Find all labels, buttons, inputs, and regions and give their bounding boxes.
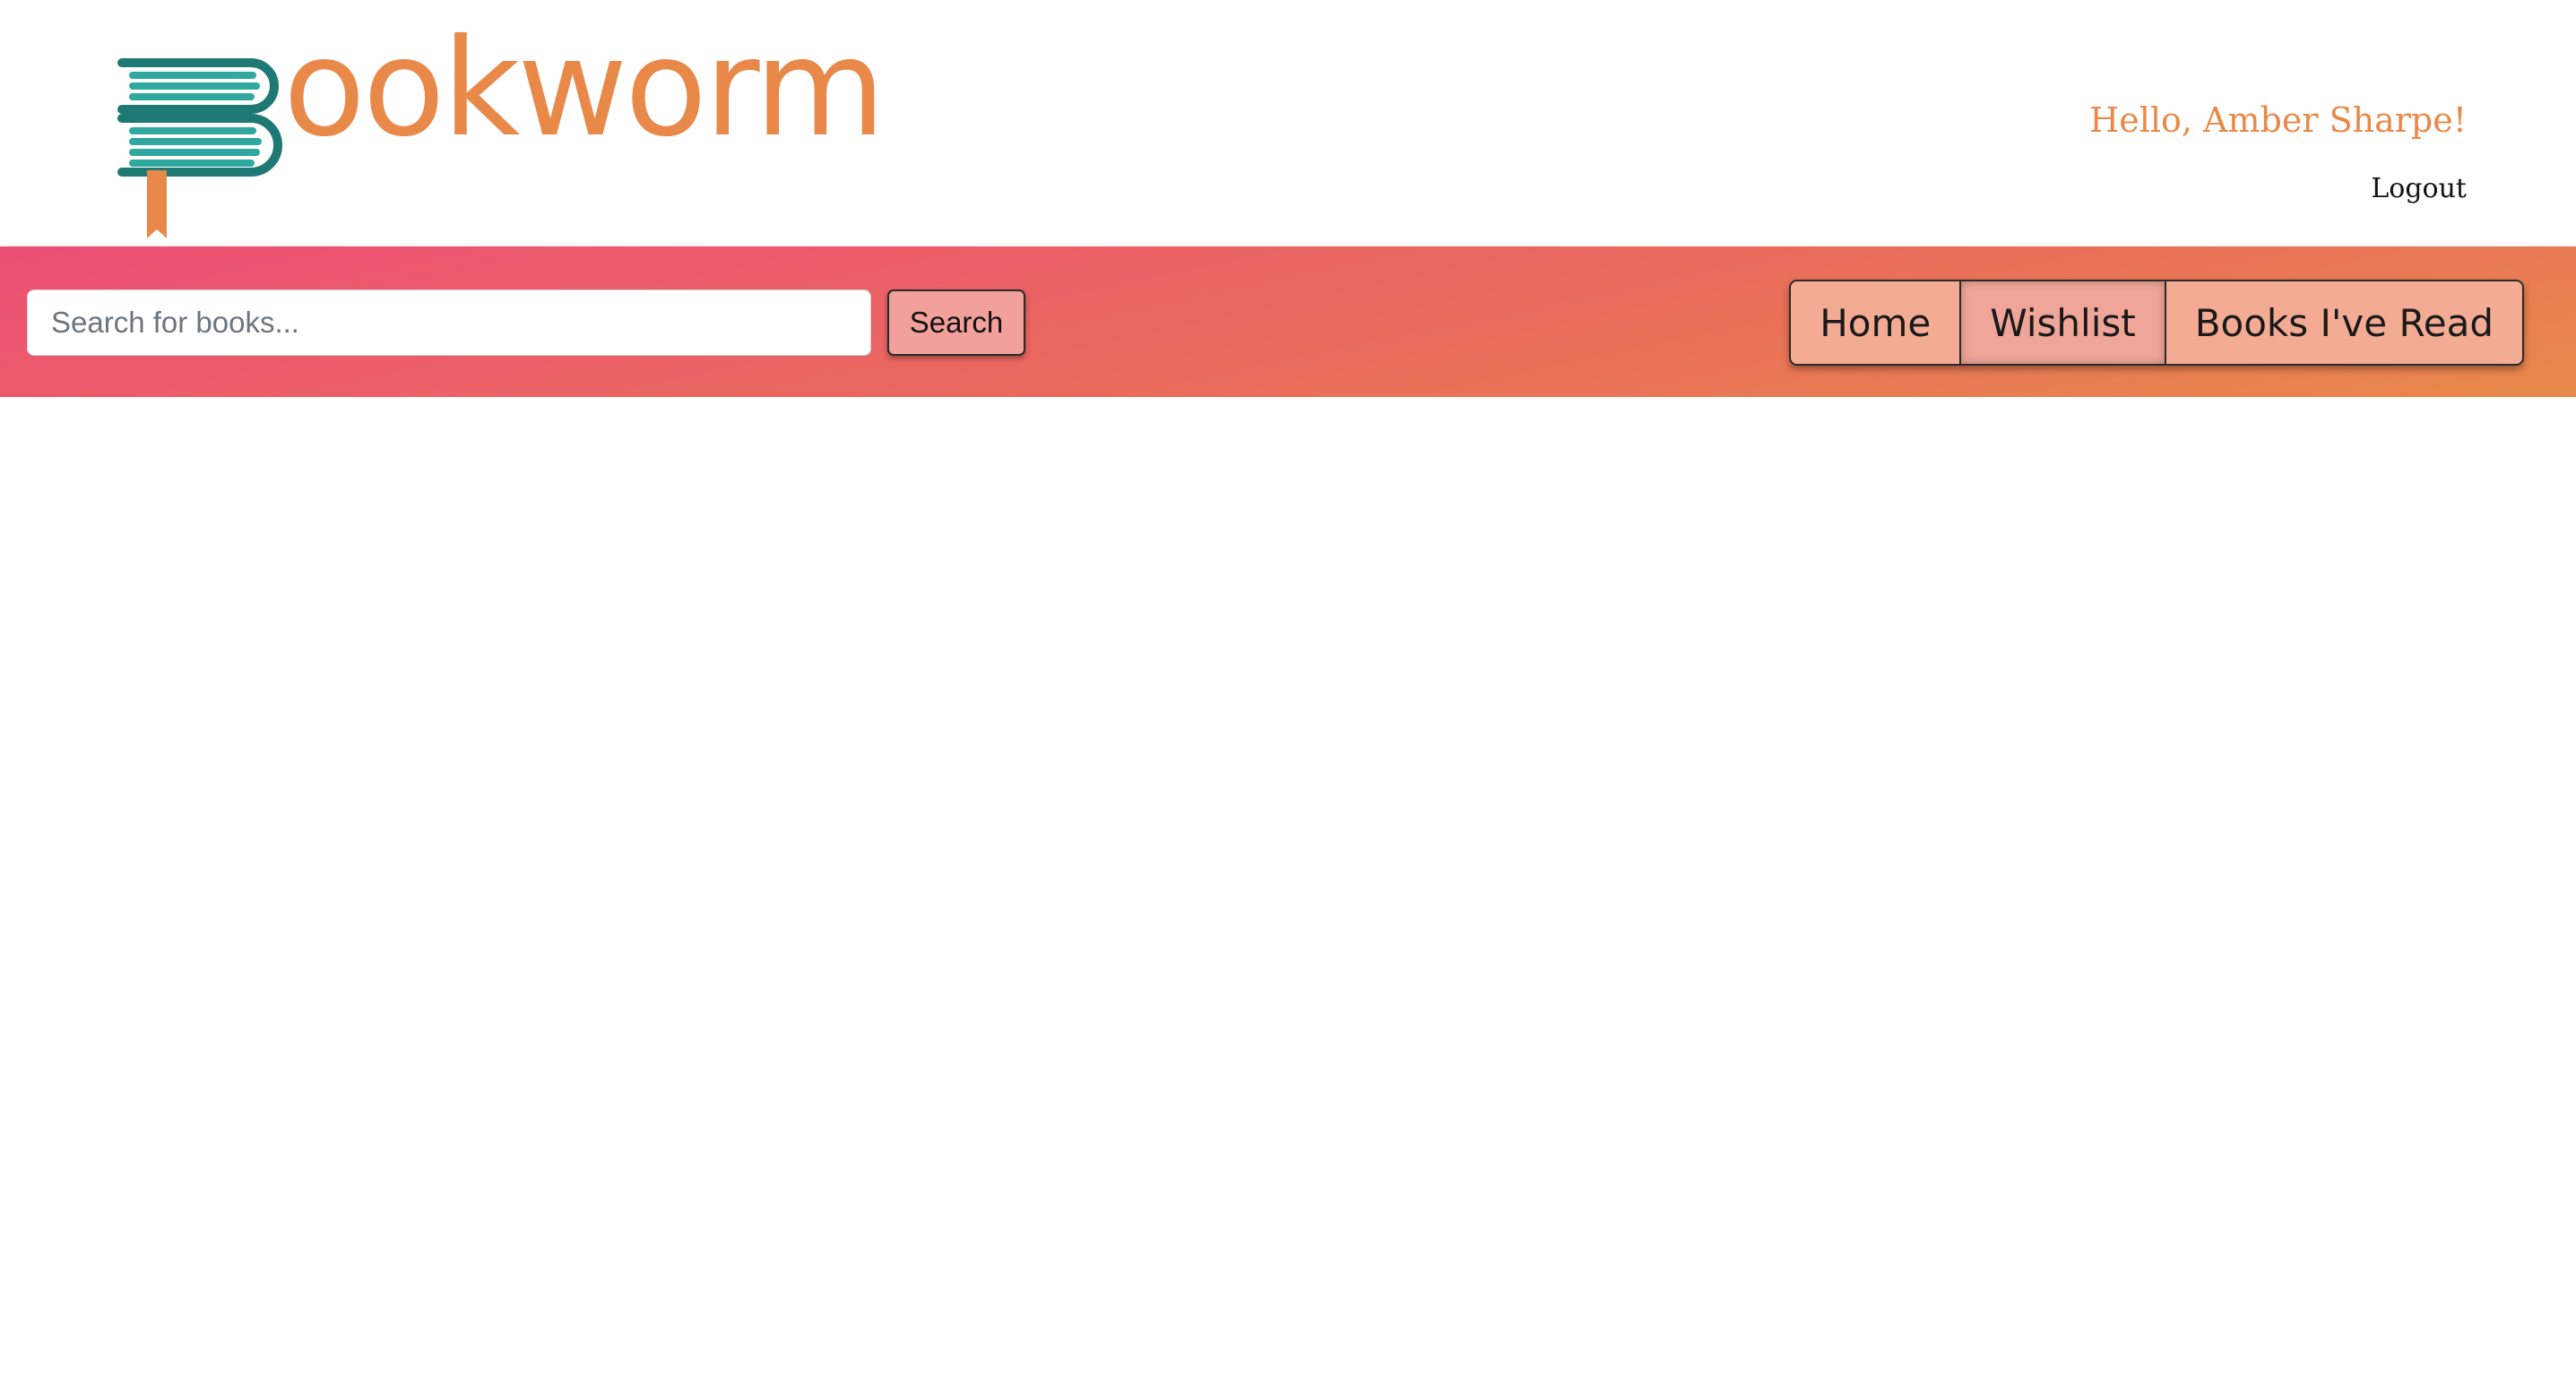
nav-button-group: Home Wishlist Books I've Read — [1789, 280, 2524, 366]
search-input[interactable] — [27, 289, 871, 356]
nav-books-read-button[interactable]: Books I've Read — [2164, 281, 2522, 364]
main-navbar: Search Home Wishlist Books I've Read — [0, 246, 2576, 397]
book-stack-b-logo-icon — [117, 58, 282, 238]
app-header: ookworm Hello, Amber Sharpe! Logout — [0, 0, 2576, 246]
nav-home-button[interactable]: Home — [1791, 281, 1960, 364]
brand-name: ookworm — [283, 11, 886, 167]
main-content — [0, 397, 2576, 1373]
search-button[interactable]: Search — [887, 289, 1025, 356]
nav-wishlist-button[interactable]: Wishlist — [1959, 281, 2165, 364]
logout-link[interactable]: Logout — [2371, 173, 2467, 204]
user-greeting: Hello, Amber Sharpe! — [2089, 100, 2467, 140]
